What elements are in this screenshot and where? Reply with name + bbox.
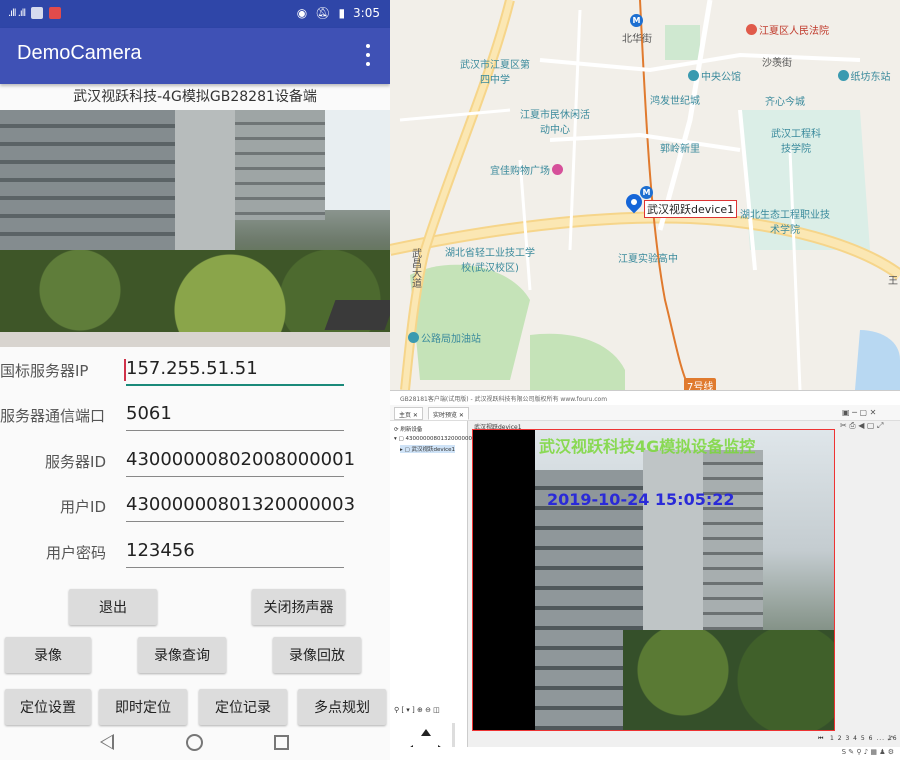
map-poi[interactable]: 鸿发世纪城 bbox=[650, 92, 700, 107]
composite-screenshot: .ıll .ıll ◉ 🔕︎ ▮ 3:05 DemoCamera 武汉视跃科技-… bbox=[0, 0, 900, 760]
server-ip-label: 国标服务器IP bbox=[0, 362, 89, 380]
map-poi[interactable]: 江夏实验高中 bbox=[618, 250, 678, 265]
tree-node-server[interactable]: ▾ ▢ 43000000801320000003 bbox=[394, 436, 475, 442]
map-view[interactable]: M M 武汉市江夏区第四中学 北华街 江夏区人民法院 沙羡街 中央公馆 纸坊东站… bbox=[390, 0, 900, 390]
location-pin-icon bbox=[622, 190, 646, 214]
notification-icon bbox=[31, 7, 44, 19]
recent-apps-icon[interactable] bbox=[274, 735, 289, 750]
app-bar: DemoCamera bbox=[0, 28, 390, 84]
location-settings-button[interactable]: 定位设置 bbox=[5, 689, 91, 725]
user-id-field[interactable]: 43000000801320000003 bbox=[126, 492, 355, 522]
map-poi[interactable]: 宜佳购物广场 bbox=[490, 162, 565, 177]
window-title: GB28181客户端(试用版) - 武汉视跃科技有限公司版权所有 www.fou… bbox=[390, 391, 900, 405]
record-query-button[interactable]: 录像查询 bbox=[138, 637, 226, 673]
video-toolbar[interactable]: ✂ ⎙ ◀ ▢ ⤢ bbox=[840, 421, 900, 435]
osd-title: 武汉视跃科技4G模拟设备监控 bbox=[539, 437, 756, 456]
location-log-button[interactable]: 定位记录 bbox=[199, 689, 287, 725]
gb28181-client-window: GB28181客户端(试用版) - 武汉视跃科技有限公司版权所有 www.fou… bbox=[390, 390, 900, 760]
fullscreen-icon[interactable]: ⤢ bbox=[888, 735, 893, 743]
map-poi[interactable]: 武汉工程科技学院 bbox=[768, 125, 824, 155]
form-row-user-id: 用户ID 43000000801320000003 bbox=[0, 486, 390, 526]
ptz-toolbar[interactable]: ⚲ [ ▾ ] ⊕ ⊖ ◫ bbox=[394, 706, 440, 714]
map-poi[interactable]: 齐心今城 bbox=[765, 93, 805, 108]
home-icon[interactable] bbox=[186, 734, 203, 751]
tab-live-preview[interactable]: 实时预览 ✕ bbox=[428, 407, 469, 420]
form-row-server-port: 服务器通信端口 5061 bbox=[0, 395, 390, 435]
pager-first-icon[interactable]: ⏮ bbox=[818, 735, 823, 743]
password-label: 用户密码 bbox=[45, 544, 106, 562]
device-tree-panel: ⟳ 刷新设备 ▾ ▢ 43000000801320000003 ▸ ▢ 武汉视跃… bbox=[390, 421, 475, 760]
status-time: 3:05 bbox=[353, 6, 380, 20]
map-poi[interactable]: 纸坊东站 bbox=[834, 68, 894, 83]
courthouse-icon bbox=[746, 24, 757, 35]
map-poi[interactable]: 公路局加油站 bbox=[408, 330, 481, 345]
record-button[interactable]: 录像 bbox=[5, 637, 91, 673]
osd-timestamp: 2019-10-24 15:05:22 bbox=[547, 490, 735, 509]
mute-icon: 🔕︎ bbox=[315, 6, 331, 20]
metro-icon: M bbox=[630, 14, 643, 27]
pager-bar: ⏮ 1 2 3 4 5 6 ... 16 ⤢ bbox=[468, 733, 900, 747]
map-poi[interactable]: 中央公馆 bbox=[688, 68, 741, 83]
multi-point-button[interactable]: 多点规划 bbox=[298, 689, 386, 725]
app-notification-icon bbox=[49, 7, 62, 19]
map-poi[interactable]: 沙羡街 bbox=[762, 54, 792, 69]
building-icon bbox=[688, 70, 699, 81]
map-poi[interactable]: 郭岭新里 bbox=[660, 140, 700, 155]
map-poi[interactable]: 北华街 bbox=[622, 30, 652, 45]
status-bar: .ıll .ıll ◉ 🔕︎ ▮ 3:05 bbox=[0, 0, 390, 28]
battery-icon: ▮ bbox=[338, 6, 346, 20]
record-playback-button[interactable]: 录像回放 bbox=[273, 637, 361, 673]
tab-home[interactable]: 主页 ✕ bbox=[394, 407, 423, 420]
instant-locate-button[interactable]: 即时定位 bbox=[99, 689, 187, 725]
map-poi[interactable]: 湖北生态工程职业技术学院 bbox=[740, 206, 830, 236]
signal-icon: .ıll .ıll bbox=[8, 7, 26, 19]
camera-preview bbox=[0, 110, 390, 347]
form-row-server-id: 服务器ID 43000000802008000001 bbox=[0, 441, 390, 481]
form-row-password: 用户密码 123456 bbox=[0, 532, 390, 572]
window-controls[interactable]: ▣ ─ ▢ ✕ bbox=[842, 408, 876, 417]
password-field[interactable]: 123456 bbox=[126, 538, 344, 568]
server-port-field[interactable]: 5061 bbox=[126, 401, 344, 431]
speaker-off-button[interactable]: 关闭扬声器 bbox=[252, 589, 345, 625]
device-label[interactable]: 武汉视跃device1 bbox=[644, 200, 738, 218]
overflow-menu-icon[interactable] bbox=[364, 44, 372, 66]
ptz-up-icon[interactable] bbox=[421, 729, 431, 736]
tab-bar: 主页 ✕ 实时预览 ✕ ▣ ─ ▢ ✕ bbox=[390, 405, 900, 421]
video-player[interactable]: 武汉视跃科技4G模拟设备监控 2019-10-24 15:05:22 bbox=[472, 429, 835, 731]
server-port-label: 服务器通信端口 bbox=[0, 407, 106, 425]
android-phone-screen: .ıll .ıll ◉ 🔕︎ ▮ 3:05 DemoCamera 武汉视跃科技-… bbox=[0, 0, 390, 760]
camera-label: 武汉视跃科技-4G模拟GB28281设备端 bbox=[73, 89, 317, 105]
taskbar: S ✎ ⚲ ♪ ▦ ♟ ⚙ bbox=[390, 747, 900, 760]
tray-icons[interactable]: S ✎ ⚲ ♪ ▦ ♟ ⚙ bbox=[842, 748, 894, 756]
back-icon[interactable] bbox=[100, 734, 114, 750]
map-poi[interactable]: 武汉市江夏区第四中学 bbox=[460, 56, 530, 86]
tree-node-device[interactable]: ▸ ▢ 武汉视跃device1 bbox=[400, 445, 456, 453]
exit-button[interactable]: 退出 bbox=[69, 589, 157, 625]
app-title: DemoCamera bbox=[17, 42, 142, 64]
refresh-devices-button[interactable]: ⟳ 刷新设备 bbox=[394, 425, 422, 433]
map-poi[interactable]: 湖北省轻工业技工学校(武汉校区) bbox=[445, 244, 535, 274]
eye-icon: ◉ bbox=[296, 6, 308, 20]
road-label: 武昌大道 bbox=[412, 249, 422, 290]
station-icon bbox=[837, 70, 849, 81]
form-row-server-ip: 国标服务器IP 157.255.51.51 bbox=[0, 350, 390, 390]
map-poi[interactable]: 江夏区人民法院 bbox=[746, 22, 829, 37]
shopping-icon bbox=[552, 164, 563, 175]
map-poi: 王 bbox=[888, 276, 898, 287]
user-id-label: 用户ID bbox=[60, 498, 106, 516]
gas-station-icon bbox=[408, 332, 419, 343]
android-nav-bar bbox=[0, 728, 390, 760]
metro-line-label: 7号线 bbox=[684, 378, 717, 390]
server-ip-field[interactable]: 157.255.51.51 bbox=[124, 356, 344, 386]
map-poi[interactable]: 江夏市民休闲活动中心 bbox=[520, 106, 590, 136]
server-id-field[interactable]: 43000000802008000001 bbox=[126, 447, 355, 477]
server-id-label: 服务器ID bbox=[45, 453, 106, 471]
device-location-marker[interactable] bbox=[622, 190, 646, 216]
